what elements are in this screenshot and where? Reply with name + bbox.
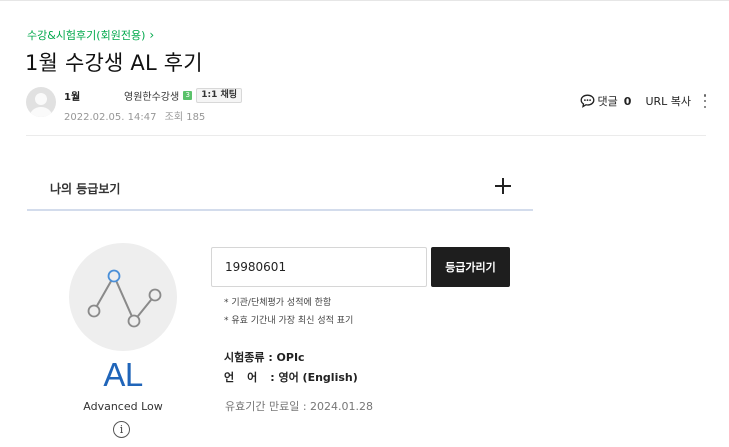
- exam-language-value: 영어 (English): [278, 371, 358, 384]
- post-date: 2022.02.05. 14:47: [64, 112, 157, 123]
- exam-type-key: 시험종류: [224, 351, 265, 364]
- post-title: 1월 수강생 AL 후기: [25, 51, 203, 75]
- comment-button[interactable]: 댓글 0: [580, 93, 632, 109]
- comment-label[interactable]: 댓글: [598, 93, 618, 109]
- comment-count[interactable]: 0: [624, 95, 632, 108]
- author-name[interactable]: 1월: [64, 88, 124, 103]
- chat-button[interactable]: 1:1 채팅: [196, 88, 243, 103]
- breadcrumb[interactable]: 수강&시험후기(회원전용) ›: [27, 27, 154, 43]
- grade-panel-header[interactable]: 나의 등급보기: [27, 166, 533, 211]
- comment-bubble-icon: [580, 94, 594, 108]
- chevron-right-icon: ›: [149, 28, 155, 42]
- hide-grade-button[interactable]: 등급가리기: [431, 247, 510, 287]
- breadcrumb-label[interactable]: 수강&시험후기(회원전용): [27, 27, 145, 43]
- exam-language-key: 언어: [224, 371, 271, 384]
- level-graph-badge: [69, 243, 177, 351]
- exam-language-row: 언어: 영어 (English): [224, 371, 358, 384]
- level-graph-icon: [87, 269, 162, 328]
- avatar[interactable]: [26, 87, 56, 117]
- member-grade-tag: 영원한수강생: [124, 92, 180, 103]
- level-name: Advanced Low: [83, 400, 163, 413]
- more-options-icon[interactable]: [703, 94, 707, 108]
- birthdate-input[interactable]: [211, 247, 427, 287]
- top-border: [0, 0, 729, 1]
- exam-type-value: OPIc: [276, 351, 305, 364]
- grade-panel-title: 나의 등급보기: [50, 182, 121, 196]
- header-divider: [26, 135, 706, 136]
- note-institution: * 기관/단체평가 성적에 한함: [224, 298, 332, 308]
- post-meta: 2022.02.05. 14:47 조회 185: [64, 108, 205, 123]
- level-badge-icon: 3: [183, 91, 193, 100]
- info-icon[interactable]: i: [113, 421, 130, 438]
- exam-type-row: 시험종류 : OPIc: [224, 351, 305, 364]
- expiry-date: 유효기간 만료일 : 2024.01.28: [225, 400, 374, 413]
- plus-icon[interactable]: [495, 178, 511, 194]
- author-row: 1월 영원한수강생 3 1:1 채팅: [64, 88, 243, 103]
- level-code: AL: [103, 356, 143, 393]
- view-count: 조회 185: [164, 112, 206, 123]
- article-tools: 댓글 0 URL 복사: [580, 93, 707, 109]
- url-copy-button[interactable]: URL 복사: [645, 93, 691, 109]
- note-latest-score: * 유효 기간내 가장 최신 성적 표기: [224, 316, 354, 326]
